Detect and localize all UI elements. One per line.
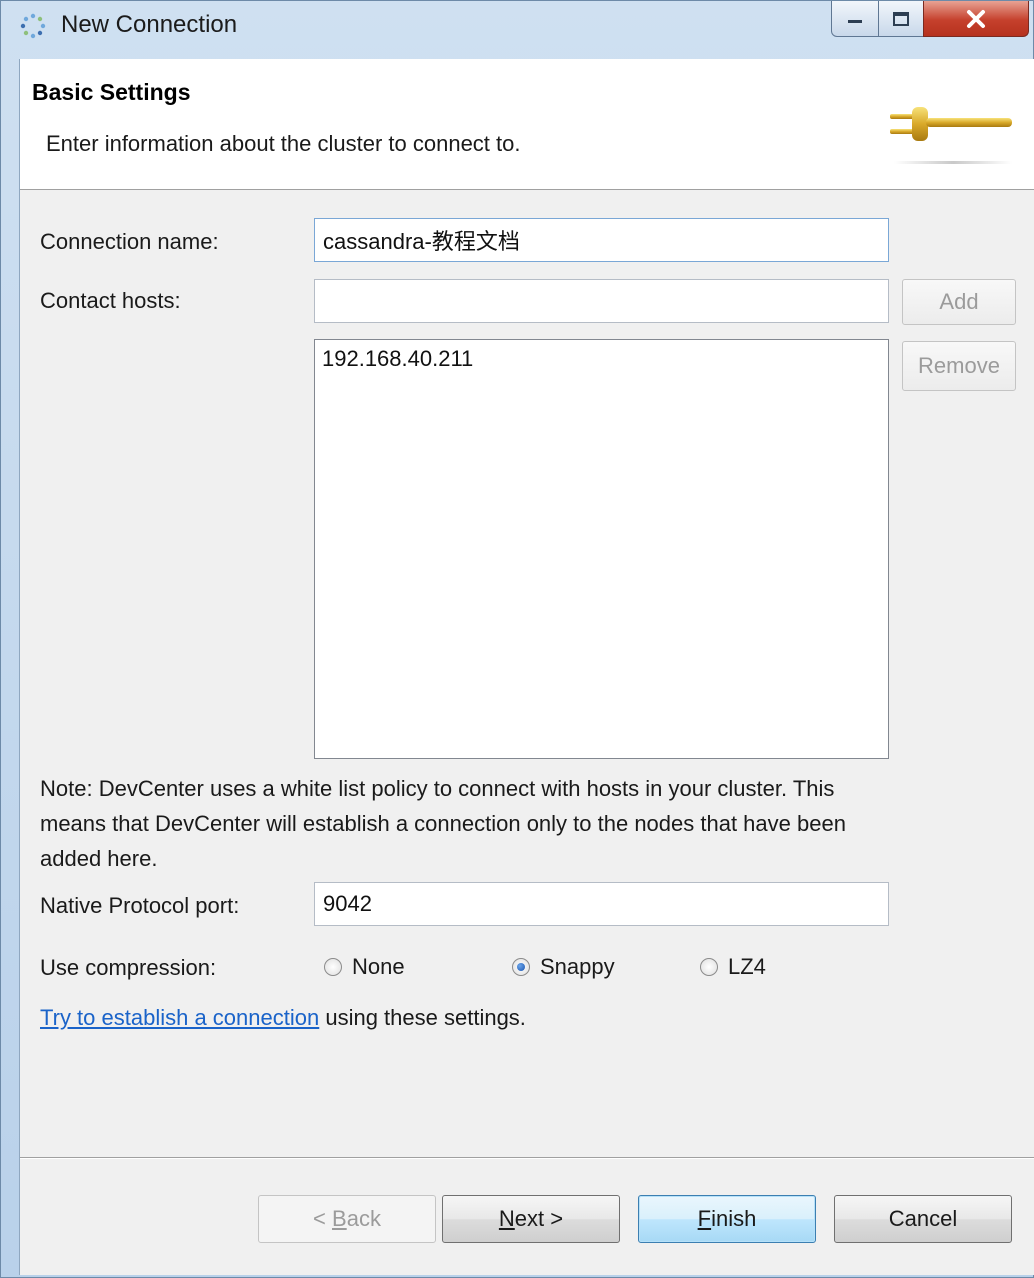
close-icon xyxy=(967,9,985,28)
radio-label: LZ4 xyxy=(728,954,766,979)
add-button[interactable]: Add xyxy=(902,279,1016,325)
radio-lz4[interactable]: LZ4 xyxy=(700,952,766,982)
test-connection-link[interactable]: Try to establish a connection xyxy=(40,1005,319,1030)
connection-name-field[interactable] xyxy=(314,218,889,262)
radio-snappy[interactable]: Snappy xyxy=(512,952,615,982)
back-button[interactable]: < Back xyxy=(258,1195,436,1243)
minimize-button[interactable] xyxy=(831,1,879,37)
back-prefix: < xyxy=(313,1206,333,1231)
close-button[interactable] xyxy=(923,1,1029,37)
remove-button[interactable]: Remove xyxy=(902,341,1016,391)
maximize-icon xyxy=(893,11,909,26)
radio-button[interactable] xyxy=(700,958,718,976)
finish-rest: inish xyxy=(711,1206,757,1231)
page-title: Basic Settings xyxy=(32,79,191,105)
radio-label: Snappy xyxy=(540,954,615,979)
back-mnemonic: B xyxy=(332,1206,347,1231)
dialog-content: Basic Settings Enter information about t… xyxy=(19,59,1034,1275)
page-description: Enter information about the cluster to c… xyxy=(46,131,521,156)
test-connection-line: Try to establish a connection using thes… xyxy=(40,1005,526,1031)
title-bar[interactable]: New Connection xyxy=(1,1,1033,51)
whitelist-note: Note: DevCenter uses a white list policy… xyxy=(40,776,846,871)
contact-hosts-field[interactable] xyxy=(314,279,889,323)
list-item[interactable]: 192.168.40.211 xyxy=(322,346,473,372)
radio-button[interactable] xyxy=(512,958,530,976)
window-title: New Connection xyxy=(61,11,238,38)
radio-button[interactable] xyxy=(324,958,342,976)
port-field[interactable] xyxy=(314,882,889,926)
next-button[interactable]: Next > xyxy=(442,1195,620,1243)
plug-icon xyxy=(890,107,1012,164)
radio-label: None xyxy=(352,954,405,979)
contact-hosts-label: Contact hosts: xyxy=(40,288,181,313)
cancel-button[interactable]: Cancel xyxy=(834,1195,1012,1243)
back-rest: ack xyxy=(346,1206,381,1231)
compression-label: Use compression: xyxy=(40,955,217,980)
maximize-button[interactable] xyxy=(878,1,924,37)
connection-name-label: Connection name: xyxy=(40,229,219,254)
dots-app-icon xyxy=(20,13,46,39)
dialog-window: New Connection Basic Settings Enter info… xyxy=(0,0,1034,1278)
radio-none[interactable]: None xyxy=(324,952,405,982)
port-label: Native Protocol port: xyxy=(40,893,240,918)
minimize-icon xyxy=(848,19,862,23)
next-rest: ext > xyxy=(514,1206,564,1231)
hosts-list[interactable]: 192.168.40.211 xyxy=(314,339,889,759)
finish-mnemonic: F xyxy=(697,1206,712,1231)
footer-separator xyxy=(20,1157,1034,1159)
test-connection-suffix: using these settings. xyxy=(319,1005,526,1030)
finish-button[interactable]: Finish xyxy=(638,1195,816,1243)
next-mnemonic: N xyxy=(498,1206,515,1231)
wizard-header: Basic Settings Enter information about t… xyxy=(20,59,1034,190)
